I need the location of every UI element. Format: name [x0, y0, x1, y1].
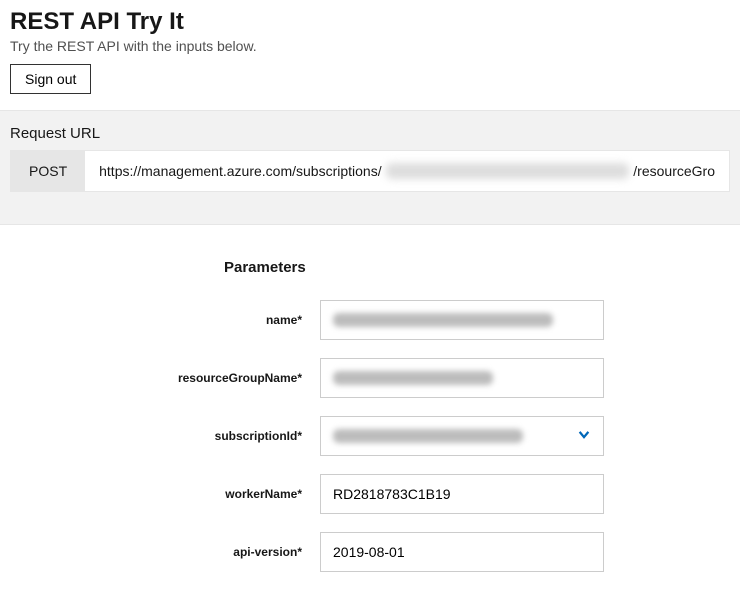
request-url-label: Request URL [10, 125, 730, 142]
url-redacted-segment [386, 163, 630, 179]
param-label-name: name* [10, 313, 320, 327]
param-input-workername[interactable] [320, 474, 604, 514]
workername-field[interactable] [333, 486, 591, 502]
apiversion-field[interactable] [333, 544, 591, 560]
param-select-subscriptionid[interactable] [320, 416, 604, 456]
param-input-name[interactable] [320, 300, 604, 340]
param-label-apiversion: api-version* [10, 545, 320, 559]
page-subtitle: Try the REST API with the inputs below. [10, 38, 730, 54]
chevron-down-icon [577, 428, 591, 445]
param-input-apiversion[interactable] [320, 532, 604, 572]
redacted-value [333, 429, 523, 443]
http-method-tag: POST [11, 151, 85, 191]
redacted-value [333, 371, 493, 385]
url-suffix: /resourceGro [633, 163, 715, 179]
page-title: REST API Try It [10, 8, 730, 36]
sign-out-button[interactable]: Sign out [10, 64, 91, 94]
parameters-heading: Parameters [224, 259, 730, 276]
request-url-input[interactable]: https://management.azure.com/subscriptio… [85, 151, 729, 191]
param-label-workername: workerName* [10, 487, 320, 501]
param-input-resourcegroup[interactable] [320, 358, 604, 398]
redacted-value [333, 313, 553, 327]
request-url-row: POST https://management.azure.com/subscr… [10, 150, 730, 192]
param-label-subscriptionid: subscriptionId* [10, 429, 320, 443]
param-label-resourcegroup: resourceGroupName* [10, 371, 320, 385]
url-prefix: https://management.azure.com/subscriptio… [99, 163, 381, 179]
